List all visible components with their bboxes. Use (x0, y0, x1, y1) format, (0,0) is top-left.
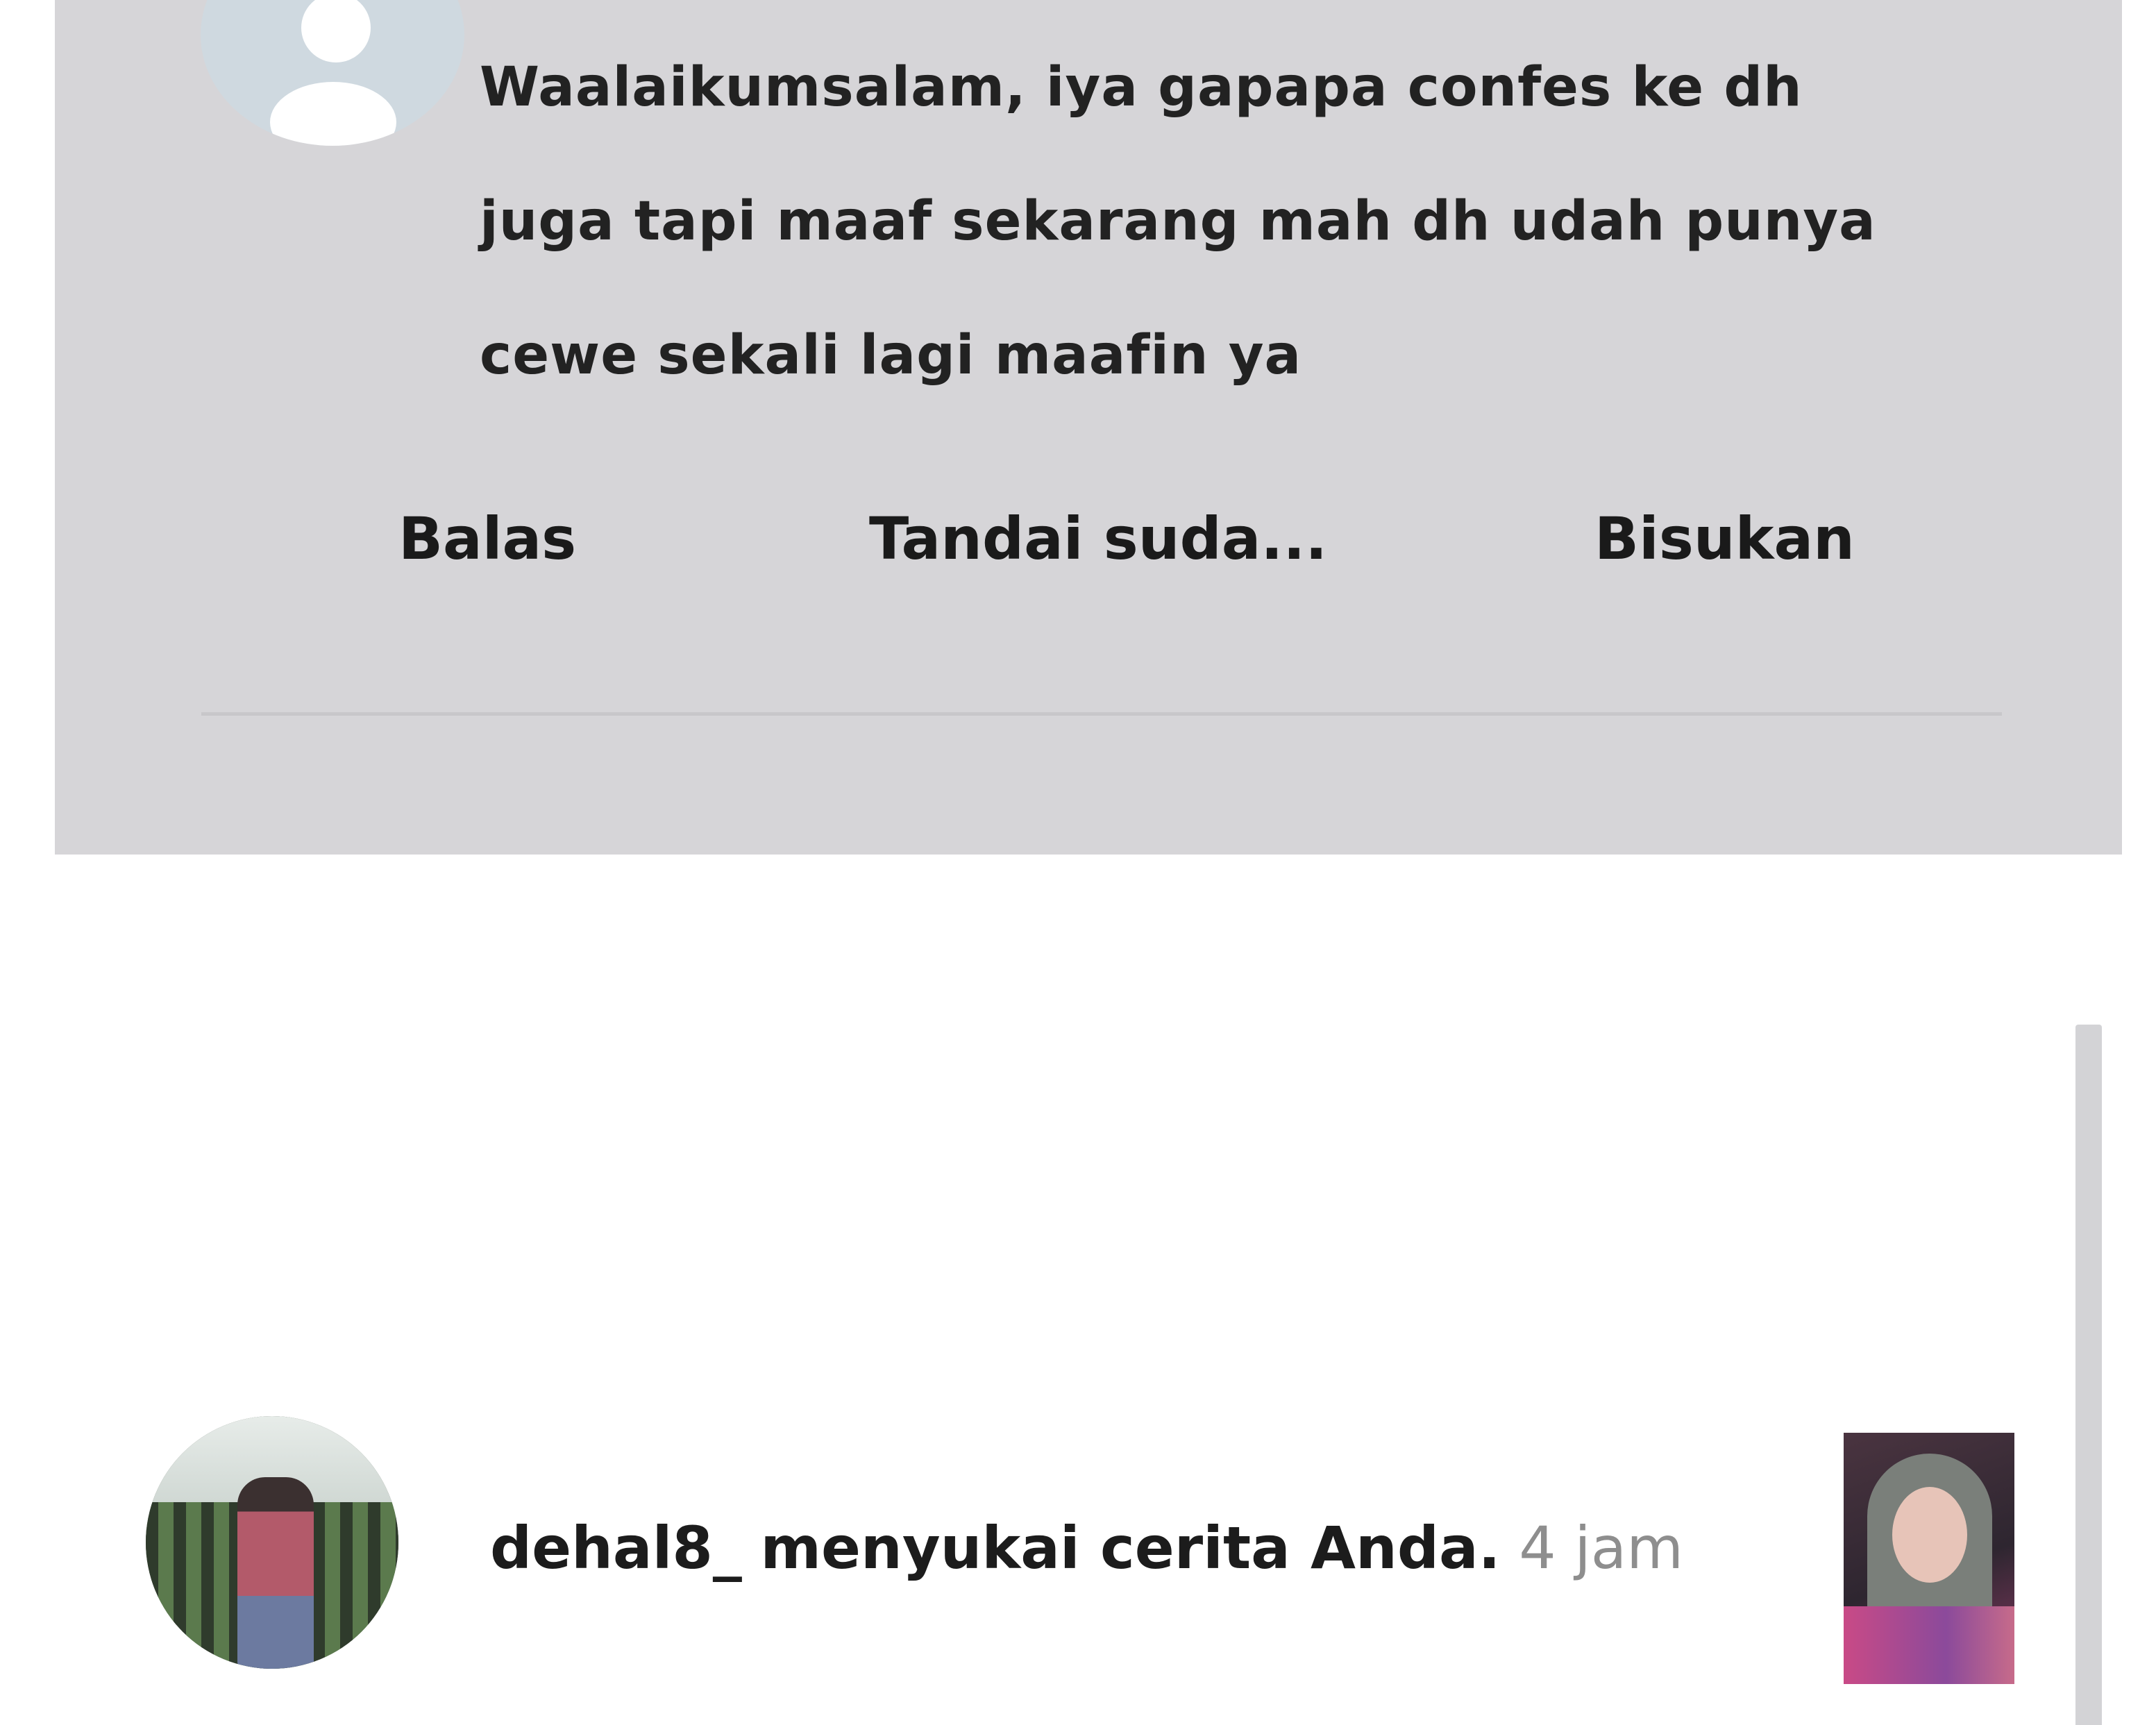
notification-message: menyukai cerita Anda. (760, 1514, 1501, 1582)
notification-avatar[interactable] (146, 1416, 398, 1669)
notification-time: 4 jam (1519, 1514, 1684, 1582)
scrollbar[interactable] (2075, 1025, 2102, 1725)
notification-text[interactable]: dehal8_ menyukai cerita Anda. 4 jam (490, 1513, 1683, 1583)
avatar-torso-shape (270, 82, 396, 146)
story-thumbnail[interactable] (1844, 1433, 2014, 1684)
reply-button[interactable]: Balas (398, 504, 576, 573)
divider (201, 712, 2002, 716)
avatar-head-shape (301, 0, 371, 62)
story-photo-shirt (1844, 1606, 2014, 1684)
comment-text: Waalaikumsalam, iya gapapa confes ke dh … (480, 21, 2076, 423)
avatar-photo-person (237, 1477, 314, 1669)
story-photo-face (1892, 1487, 1967, 1583)
notification-username[interactable]: dehal8_ (490, 1514, 742, 1582)
mute-button[interactable]: Bisukan (1594, 504, 1855, 573)
comment-card: Waalaikumsalam, iya gapapa confes ke dh … (55, 0, 2122, 855)
comment-text-line: cewe sekali lagi maafin ya (480, 324, 1302, 387)
comment-text-line: Waalaikumsalam, iya gapapa confes ke dh (480, 56, 1803, 119)
comment-text-line: juga tapi maaf sekarang mah dh udah puny… (480, 190, 1876, 253)
mark-read-button[interactable]: Tandai suda... (869, 504, 1327, 573)
default-user-icon[interactable] (201, 0, 464, 146)
